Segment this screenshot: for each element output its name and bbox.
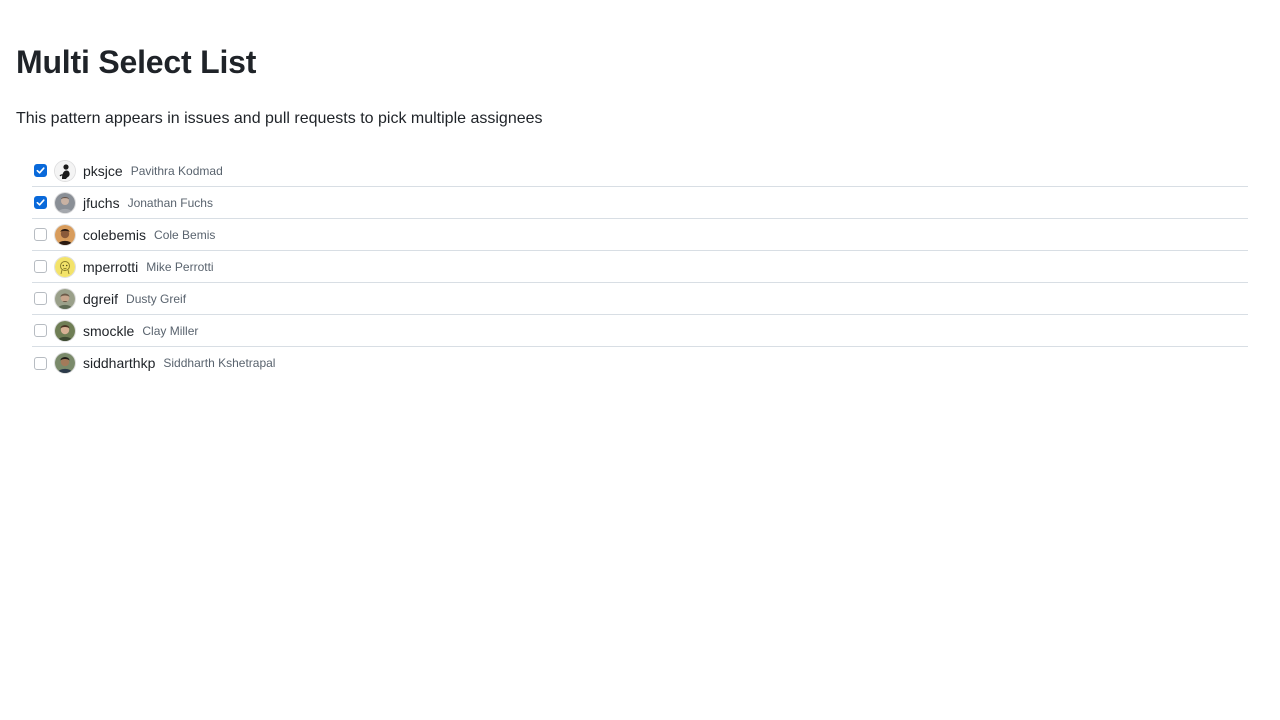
user-login: smockle — [83, 322, 135, 339]
checkbox[interactable] — [34, 196, 47, 209]
colebemis-avatar-icon — [55, 224, 75, 245]
checkbox[interactable] — [34, 164, 47, 177]
list-item[interactable]: jfuchs Jonathan Fuchs — [32, 187, 1248, 219]
pksjce-avatar-icon — [55, 160, 75, 181]
checkbox[interactable] — [34, 292, 47, 305]
page: Multi Select List This pattern appears i… — [0, 0, 1280, 720]
checkmark-icon — [36, 199, 45, 206]
user-full-name: Clay Miller — [142, 323, 199, 338]
assignee-list: pksjce Pavithra Kodmad jfuchs Jonathan F… — [32, 155, 1248, 379]
avatar — [55, 192, 75, 213]
list-item[interactable]: siddharthkp Siddharth Kshetrapal — [32, 347, 1248, 379]
checkbox[interactable] — [34, 356, 47, 370]
page-title: Multi Select List — [16, 44, 257, 80]
avatar — [55, 224, 75, 245]
user-login: jfuchs — [83, 194, 120, 211]
user-full-name: Pavithra Kodmad — [130, 163, 223, 178]
user-login: pksjce — [83, 162, 123, 179]
jfuchs-avatar-icon — [55, 192, 75, 213]
dgreif-avatar-icon — [55, 288, 75, 309]
user-full-name: Mike Perrotti — [146, 259, 214, 274]
user-login: siddharthkp — [83, 355, 156, 371]
checkmark-icon — [36, 167, 45, 174]
siddharthkp-avatar-icon — [55, 353, 75, 373]
user-full-name: Dusty Greif — [126, 291, 187, 306]
page-description: This pattern appears in issues and pull … — [16, 110, 543, 127]
list-item[interactable]: smockle Clay Miller — [32, 315, 1248, 347]
avatar — [55, 160, 75, 181]
user-login: colebemis — [83, 226, 147, 243]
avatar — [55, 288, 75, 309]
mperrotti-avatar-icon — [55, 256, 75, 277]
list-item[interactable]: dgreif Dusty Greif — [32, 283, 1248, 315]
user-full-name: Siddharth Kshetrapal — [163, 356, 276, 370]
checkbox[interactable] — [34, 228, 47, 241]
user-login: mperrotti — [83, 258, 139, 275]
user-full-name: Cole Bemis — [154, 227, 216, 242]
avatar — [55, 256, 75, 277]
list-item[interactable]: colebemis Cole Bemis — [32, 219, 1248, 251]
avatar — [55, 353, 75, 373]
smockle-avatar-icon — [55, 320, 75, 341]
user-login: dgreif — [83, 290, 119, 307]
checkbox[interactable] — [34, 260, 47, 273]
checkbox[interactable] — [34, 324, 47, 337]
list-item[interactable]: mperrotti Mike Perrotti — [32, 251, 1248, 283]
user-full-name: Jonathan Fuchs — [127, 195, 213, 210]
avatar — [55, 320, 75, 341]
list-item[interactable]: pksjce Pavithra Kodmad — [32, 155, 1248, 187]
